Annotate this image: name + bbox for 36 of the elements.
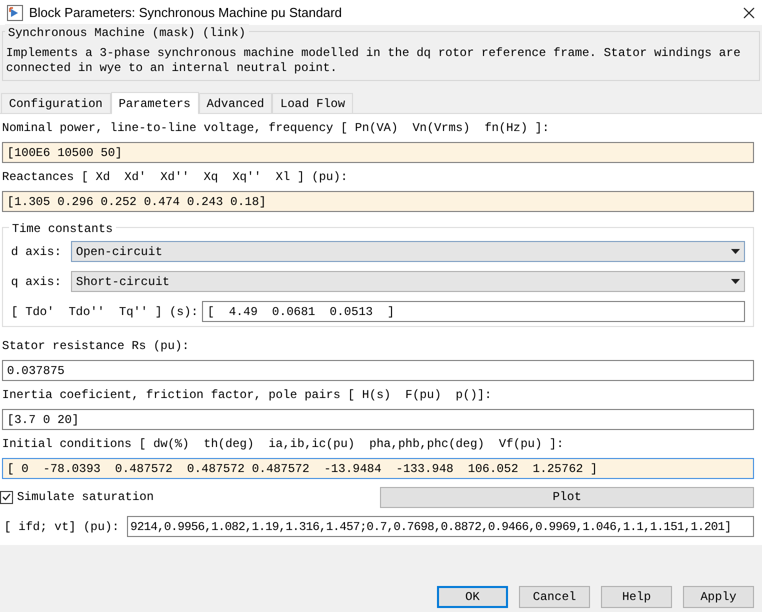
dropdown[interactable]: Short-circuit: [71, 271, 745, 292]
field-label: Initial conditions [ dw(%) th(deg) ia,ib,ic(pu) pha,phb,phc(deg) Vf(pu) ]:: [1, 436, 565, 453]
field-label: Reactances [ Xd Xd' Xd'' Xq Xq'' Xl ] (pu):: [1, 169, 349, 186]
checkbox-label: Simulate saturation: [17, 489, 154, 506]
text-field[interactable]: [ 4.49 0.0681 0.0513 ]: [202, 301, 745, 322]
dialog-button[interactable]: OK: [437, 586, 508, 608]
field-label: d axis:: [11, 244, 62, 260]
dialog-button[interactable]: Apply: [683, 586, 754, 608]
caret-icon: [731, 279, 740, 284]
field-label: Stator resistance Rs (pu):: [1, 338, 190, 355]
field-label: Nominal power, line-to-line voltage, frequency [ Pn(VA) Vn(Vrms) fn(Hz) ]:: [1, 120, 550, 137]
mask-description: Implements a 3-phase synchronous machine modelled in the dq rotor reference frame. Stator windings are connected in wye to an internal neutral point.: [6, 46, 742, 76]
window-title: Block Parameters: Synchronous Machine pu Standard: [29, 4, 342, 22]
app-icon: [7, 4, 23, 20]
text-field[interactable]: 9214,0.9956,1.082,1.19,1.316,1.457;0.7,0.7698,0.8872,0.9466,0.9969,1.046,1.1,1.151,1.201]: [127, 516, 754, 537]
text-field[interactable]: 0.037875: [2, 360, 754, 381]
checkmark-icon: [2, 493, 11, 501]
dialog-button[interactable]: Help: [601, 586, 672, 608]
dialog-button[interactable]: Cancel: [519, 586, 590, 608]
text-field[interactable]: [ 0 -78.0393 0.487572 0.487572 0.487572 -13.9484 -133.948 106.052 1.25762 ]: [2, 458, 754, 479]
tab[interactable]: Advanced: [198, 93, 272, 113]
tab[interactable]: Load Flow: [272, 93, 354, 113]
field-label: [ ifd; vt] (pu):: [4, 518, 120, 536]
text-field[interactable]: [100E6 10500 50]: [2, 142, 754, 163]
field-label: [ Tdo' Tdo'' Tq'' ] (s):: [11, 304, 198, 320]
text-field[interactable]: [1.305 0.296 0.252 0.474 0.243 0.18]: [2, 191, 754, 212]
close-icon[interactable]: [743, 6, 755, 18]
text-field[interactable]: [3.7 0 20]: [2, 409, 754, 430]
plot-button[interactable]: Plot: [380, 486, 754, 508]
dropdown[interactable]: Open-circuit: [71, 241, 745, 262]
caret-icon: [731, 249, 740, 254]
field-label: Inertia coeficient, friction factor, pole pairs [ H(s) F(pu) p()]:: [1, 387, 493, 404]
tab[interactable]: Parameters: [110, 92, 199, 114]
tab[interactable]: Configuration: [1, 93, 111, 113]
checkbox[interactable]: [0, 490, 13, 504]
field-label: q axis:: [11, 274, 62, 290]
